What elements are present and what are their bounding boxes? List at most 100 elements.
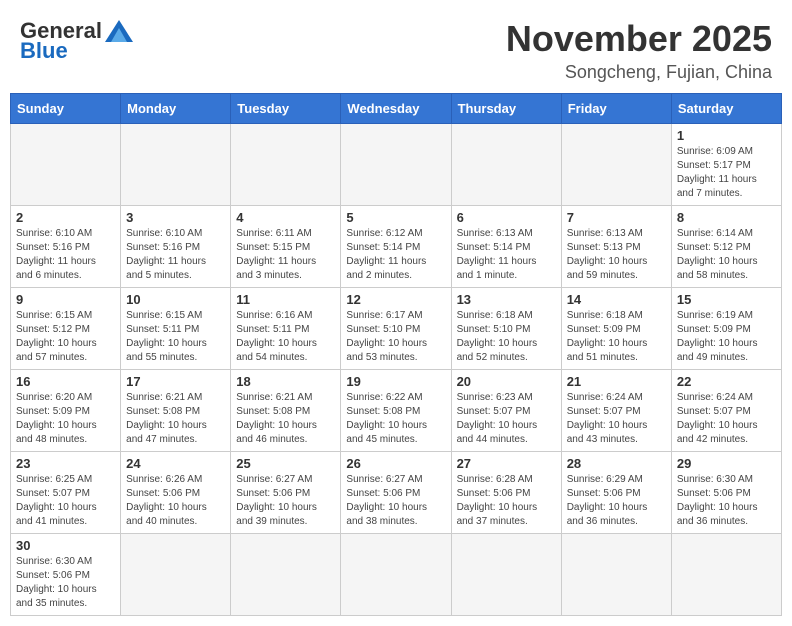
header-saturday: Saturday (671, 94, 781, 124)
calendar-cell: 15Sunrise: 6:19 AM Sunset: 5:09 PM Dayli… (671, 288, 781, 370)
day-number: 29 (677, 456, 776, 471)
calendar-cell: 17Sunrise: 6:21 AM Sunset: 5:08 PM Dayli… (121, 370, 231, 452)
day-info: Sunrise: 6:13 AM Sunset: 5:14 PM Dayligh… (457, 227, 556, 283)
calendar-cell: 2 Sunrise: 6:10 AM Sunset: 5:16 PM Daylig… (11, 206, 121, 288)
title-block: November 2025 Songcheng, Fujian, China (506, 18, 772, 83)
calendar-cell: 26Sunrise: 6:27 AM Sunset: 5:06 PM Dayli… (341, 452, 451, 534)
day-number: 30 (16, 538, 115, 553)
day-number: 5 (346, 210, 445, 225)
calendar-cell: 25Sunrise: 6:27 AM Sunset: 5:06 PM Dayli… (231, 452, 341, 534)
day-info: Sunrise: 6:23 AM Sunset: 5:07 PM Dayligh… (457, 391, 556, 447)
day-number: 6 (457, 210, 556, 225)
calendar-cell: 4 Sunrise: 6:11 AM Sunset: 5:15 PM Daylig… (231, 206, 341, 288)
calendar-week-row: 16 Sunrise: 6:20 AM Sunset: 5:09 PM Dayli… (11, 370, 782, 452)
day-info: Sunrise: 6:11 AM Sunset: 5:15 PM Dayligh… (236, 227, 335, 283)
header-tuesday: Tuesday (231, 94, 341, 124)
day-number: 14 (567, 292, 666, 307)
day-number: 1 (677, 128, 776, 143)
logo: General Blue (20, 18, 133, 64)
calendar-cell: 23 Sunrise: 6:25 AM Sunset: 5:07 PM Dayli… (11, 452, 121, 534)
day-info: Sunrise: 6:12 AM Sunset: 5:14 PM Dayligh… (346, 227, 445, 283)
calendar-week-row: 1Sunrise: 6:09 AM Sunset: 5:17 PM Daylig… (11, 124, 782, 206)
calendar-cell: 11Sunrise: 6:16 AM Sunset: 5:11 PM Dayli… (231, 288, 341, 370)
calendar-cell: 5 Sunrise: 6:12 AM Sunset: 5:14 PM Daylig… (341, 206, 451, 288)
calendar-cell (121, 534, 231, 616)
day-info: Sunrise: 6:13 AM Sunset: 5:13 PM Dayligh… (567, 227, 666, 283)
day-info: Sunrise: 6:26 AM Sunset: 5:06 PM Dayligh… (126, 473, 225, 529)
calendar-cell (561, 124, 671, 206)
calendar-cell: 29 Sunrise: 6:30 AM Sunset: 5:06 PM Dayli… (671, 452, 781, 534)
day-number: 13 (457, 292, 556, 307)
day-info: Sunrise: 6:24 AM Sunset: 5:07 PM Dayligh… (567, 391, 666, 447)
header-thursday: Thursday (451, 94, 561, 124)
calendar-week-row: 2 Sunrise: 6:10 AM Sunset: 5:16 PM Daylig… (11, 206, 782, 288)
day-info: Sunrise: 6:30 AM Sunset: 5:06 PM Dayligh… (677, 473, 776, 529)
day-info: Sunrise: 6:18 AM Sunset: 5:10 PM Dayligh… (457, 309, 556, 365)
day-info: Sunrise: 6:24 AM Sunset: 5:07 PM Dayligh… (677, 391, 776, 447)
location-title: Songcheng, Fujian, China (506, 62, 772, 83)
calendar-week-row: 30 Sunrise: 6:30 AM Sunset: 5:06 PM Dayli… (11, 534, 782, 616)
calendar-week-row: 23 Sunrise: 6:25 AM Sunset: 5:07 PM Dayli… (11, 452, 782, 534)
calendar-week-row: 9Sunrise: 6:15 AM Sunset: 5:12 PM Daylig… (11, 288, 782, 370)
day-number: 4 (236, 210, 335, 225)
calendar-cell: 18 Sunrise: 6:21 AM Sunset: 5:08 PM Dayli… (231, 370, 341, 452)
calendar-cell: 20 Sunrise: 6:23 AM Sunset: 5:07 PM Dayli… (451, 370, 561, 452)
day-info: Sunrise: 6:14 AM Sunset: 5:12 PM Dayligh… (677, 227, 776, 283)
day-number: 2 (16, 210, 115, 225)
day-number: 20 (457, 374, 556, 389)
day-number: 21 (567, 374, 666, 389)
day-number: 10 (126, 292, 225, 307)
month-title: November 2025 (506, 18, 772, 60)
day-info: Sunrise: 6:18 AM Sunset: 5:09 PM Dayligh… (567, 309, 666, 365)
day-info: Sunrise: 6:15 AM Sunset: 5:11 PM Dayligh… (126, 309, 225, 365)
calendar-cell: 22 Sunrise: 6:24 AM Sunset: 5:07 PM Dayli… (671, 370, 781, 452)
day-info: Sunrise: 6:17 AM Sunset: 5:10 PM Dayligh… (346, 309, 445, 365)
calendar-cell: 14 Sunrise: 6:18 AM Sunset: 5:09 PM Dayli… (561, 288, 671, 370)
day-number: 19 (346, 374, 445, 389)
day-number: 26 (346, 456, 445, 471)
calendar-cell: 10 Sunrise: 6:15 AM Sunset: 5:11 PM Dayli… (121, 288, 231, 370)
day-number: 27 (457, 456, 556, 471)
day-info: Sunrise: 6:29 AM Sunset: 5:06 PM Dayligh… (567, 473, 666, 529)
header-friday: Friday (561, 94, 671, 124)
day-info: Sunrise: 6:21 AM Sunset: 5:08 PM Dayligh… (236, 391, 335, 447)
day-number: 16 (16, 374, 115, 389)
day-number: 25 (236, 456, 335, 471)
logo-blue-text: Blue (20, 38, 68, 64)
calendar-cell: 6 Sunrise: 6:13 AM Sunset: 5:14 PM Daylig… (451, 206, 561, 288)
calendar-cell: 21 Sunrise: 6:24 AM Sunset: 5:07 PM Dayli… (561, 370, 671, 452)
calendar-header-row: Sunday Monday Tuesday Wednesday Thursday… (11, 94, 782, 124)
calendar-cell: 16 Sunrise: 6:20 AM Sunset: 5:09 PM Dayli… (11, 370, 121, 452)
calendar-cell: 27Sunrise: 6:28 AM Sunset: 5:06 PM Dayli… (451, 452, 561, 534)
calendar-cell (451, 124, 561, 206)
calendar-cell (341, 534, 451, 616)
day-info: Sunrise: 6:25 AM Sunset: 5:07 PM Dayligh… (16, 473, 115, 529)
calendar-cell (451, 534, 561, 616)
day-number: 8 (677, 210, 776, 225)
day-info: Sunrise: 6:20 AM Sunset: 5:09 PM Dayligh… (16, 391, 115, 447)
header-monday: Monday (121, 94, 231, 124)
calendar-cell: 24 Sunrise: 6:26 AM Sunset: 5:06 PM Dayli… (121, 452, 231, 534)
calendar-cell: 19Sunrise: 6:22 AM Sunset: 5:08 PM Dayli… (341, 370, 451, 452)
day-number: 12 (346, 292, 445, 307)
day-info: Sunrise: 6:10 AM Sunset: 5:16 PM Dayligh… (16, 227, 115, 283)
header-sunday: Sunday (11, 94, 121, 124)
day-number: 18 (236, 374, 335, 389)
calendar-cell: 1Sunrise: 6:09 AM Sunset: 5:17 PM Daylig… (671, 124, 781, 206)
calendar-cell: 28Sunrise: 6:29 AM Sunset: 5:06 PM Dayli… (561, 452, 671, 534)
day-info: Sunrise: 6:19 AM Sunset: 5:09 PM Dayligh… (677, 309, 776, 365)
day-number: 22 (677, 374, 776, 389)
day-number: 23 (16, 456, 115, 471)
calendar-table: Sunday Monday Tuesday Wednesday Thursday… (10, 93, 782, 616)
calendar-cell (11, 124, 121, 206)
logo-icon (105, 20, 133, 42)
calendar-cell: 12 Sunrise: 6:17 AM Sunset: 5:10 PM Dayli… (341, 288, 451, 370)
calendar-cell (341, 124, 451, 206)
calendar-cell: 8 Sunrise: 6:14 AM Sunset: 5:12 PM Daylig… (671, 206, 781, 288)
day-number: 9 (16, 292, 115, 307)
header-wednesday: Wednesday (341, 94, 451, 124)
day-number: 11 (236, 292, 335, 307)
calendar-cell: 13 Sunrise: 6:18 AM Sunset: 5:10 PM Dayli… (451, 288, 561, 370)
day-info: Sunrise: 6:30 AM Sunset: 5:06 PM Dayligh… (16, 555, 115, 611)
day-number: 24 (126, 456, 225, 471)
